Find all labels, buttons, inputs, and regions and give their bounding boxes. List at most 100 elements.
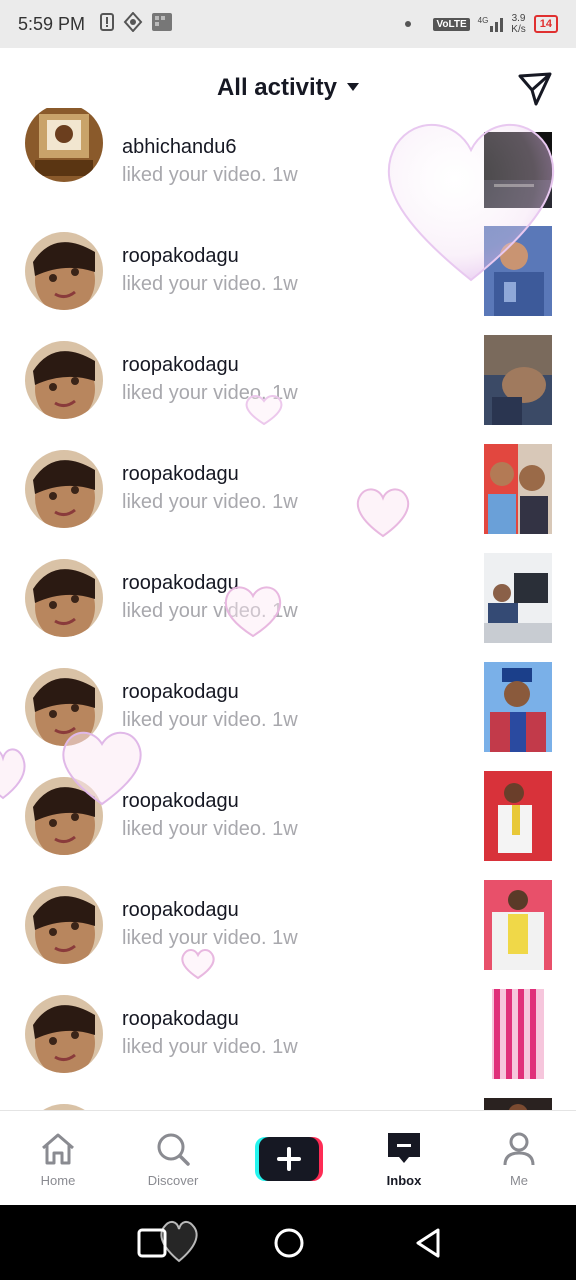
notification-time: 1w	[272, 1036, 298, 1058]
notification-text: liked your video. 1w	[122, 273, 298, 296]
volte-badge: VoLTE	[433, 17, 470, 31]
list-item[interactable]: roopakodagu liked your video. 1w	[0, 544, 576, 653]
notification-time: 1w	[272, 709, 298, 731]
notification-action: liked your video.	[122, 709, 267, 731]
net-speed-value: 3.9	[511, 13, 526, 24]
avatar[interactable]	[25, 108, 103, 182]
list-item[interactable]: roopakodagu liked your video. 1w	[0, 762, 576, 871]
list-item[interactable]: roopakodagu liked your video. 1w	[0, 980, 576, 1089]
page-title: All activity	[216, 74, 338, 101]
notification-username[interactable]: roopakodagu	[122, 463, 239, 486]
avatar[interactable]	[25, 777, 103, 855]
notification-username[interactable]: abhichandu6	[122, 136, 237, 159]
activity-filter-dropdown[interactable]: All activity	[0, 74, 576, 102]
list-item[interactable]: roopakodagu liked your video. 1w	[0, 217, 576, 326]
notification-action: liked your video.	[122, 927, 267, 949]
notification-action: liked your video.	[122, 382, 267, 404]
notification-time: 1w	[272, 164, 298, 186]
tab-me-label: Me	[509, 1173, 529, 1188]
notification-time: 1w	[272, 491, 298, 513]
notification-action: liked your video.	[122, 164, 267, 186]
avatar[interactable]	[25, 232, 103, 310]
avatar[interactable]	[25, 995, 103, 1073]
net-speed-unit: K/s	[511, 24, 526, 35]
plus-icon	[255, 1137, 323, 1181]
video-thumbnail[interactable]	[484, 444, 552, 534]
notification-username[interactable]: roopakodagu	[122, 681, 239, 704]
gallery-icon	[151, 12, 173, 37]
tab-inbox-label: Inbox	[386, 1173, 422, 1188]
tab-inbox[interactable]: Inbox	[354, 1111, 454, 1206]
tab-me[interactable]: Me	[469, 1111, 569, 1206]
avatar[interactable]	[25, 450, 103, 528]
notification-username[interactable]: roopakodagu	[122, 572, 239, 595]
notification-username[interactable]: roopakodagu	[122, 790, 239, 813]
home-icon	[42, 1133, 74, 1165]
net-speed: 3.9 K/s	[511, 13, 525, 35]
avatar[interactable]	[25, 886, 103, 964]
tab-home-label: Home	[40, 1173, 76, 1188]
video-thumbnail[interactable]	[484, 226, 552, 316]
video-thumbnail[interactable]	[484, 662, 552, 752]
vpn-shield-icon	[123, 10, 143, 37]
notification-time: 1w	[272, 382, 298, 404]
create-video-button[interactable]	[255, 1137, 323, 1181]
send-icon[interactable]	[516, 70, 554, 108]
app-screen: 5:59 PM VoLTE 4G 3.9 K/s 14 All activity…	[0, 0, 576, 1280]
notification-dot	[405, 21, 412, 27]
list-item[interactable]: roopakodagu liked your video. 1w	[0, 653, 576, 762]
network-gen: 4G	[477, 16, 489, 25]
notification-action: liked your video.	[122, 491, 267, 513]
notification-text: liked your video. 1w	[122, 927, 298, 950]
notification-time: 1w	[272, 273, 298, 295]
notification-action: liked your video.	[122, 273, 267, 295]
video-thumbnail[interactable]	[484, 1098, 552, 1110]
avatar[interactable]	[25, 668, 103, 746]
signal-icon: 4G	[478, 16, 504, 32]
list-item[interactable]: roopakodagu liked your video. 1w	[0, 435, 576, 544]
video-thumbnail[interactable]	[484, 553, 552, 643]
recent-apps-button[interactable]	[134, 1225, 170, 1261]
notification-text: liked your video. 1w	[122, 491, 298, 514]
notification-username[interactable]: roopakodagu	[122, 1008, 239, 1031]
list-item[interactable]: abhichandu6 liked your video. 1w	[0, 108, 576, 217]
video-thumbnail[interactable]	[484, 132, 552, 208]
notification-username[interactable]: roopakodagu	[122, 245, 239, 268]
notification-time: 1w	[272, 818, 298, 840]
status-bar: 5:59 PM VoLTE 4G 3.9 K/s 14	[0, 0, 576, 48]
battery-icon: 14	[533, 15, 558, 33]
list-item[interactable]: roopakodagu liked your video. 1w	[0, 326, 576, 435]
search-icon	[157, 1133, 190, 1166]
notification-text: liked your video. 1w	[122, 382, 298, 405]
notification-username[interactable]: roopakodagu	[122, 899, 239, 922]
profile-icon	[503, 1132, 535, 1166]
notification-text: liked your video. 1w	[122, 600, 298, 623]
system-nav-bar	[0, 1205, 576, 1280]
bottom-nav: Home Discover Inbox Me	[0, 1110, 576, 1205]
list-item[interactable]	[0, 1089, 576, 1110]
inbox-icon	[388, 1133, 420, 1163]
notification-text: liked your video. 1w	[122, 1036, 298, 1059]
notification-text: liked your video. 1w	[122, 709, 298, 732]
avatar[interactable]	[25, 341, 103, 419]
tab-home[interactable]: Home	[8, 1111, 108, 1206]
list-item[interactable]: roopakodagu liked your video. 1w	[0, 871, 576, 980]
status-right: VoLTE 4G 3.9 K/s 14	[405, 13, 558, 35]
avatar[interactable]	[25, 559, 103, 637]
notification-action: liked your video.	[122, 818, 267, 840]
activity-list: abhichandu6 liked your video. 1w roopako…	[0, 108, 576, 1110]
video-thumbnail[interactable]	[484, 880, 552, 970]
tab-discover-label: Discover	[147, 1173, 199, 1188]
video-thumbnail[interactable]	[492, 989, 544, 1079]
home-button[interactable]	[271, 1225, 307, 1261]
notification-username[interactable]: roopakodagu	[122, 354, 239, 377]
tab-discover[interactable]: Discover	[123, 1111, 223, 1206]
video-thumbnail[interactable]	[484, 771, 552, 861]
notification-time: 1w	[272, 927, 298, 949]
notification-time: 1w	[272, 600, 298, 622]
caret-down-icon	[347, 82, 360, 91]
video-thumbnail[interactable]	[484, 335, 552, 425]
notification-text: liked your video. 1w	[122, 818, 298, 841]
back-button[interactable]	[410, 1225, 446, 1261]
notification-text: liked your video. 1w	[122, 164, 298, 187]
